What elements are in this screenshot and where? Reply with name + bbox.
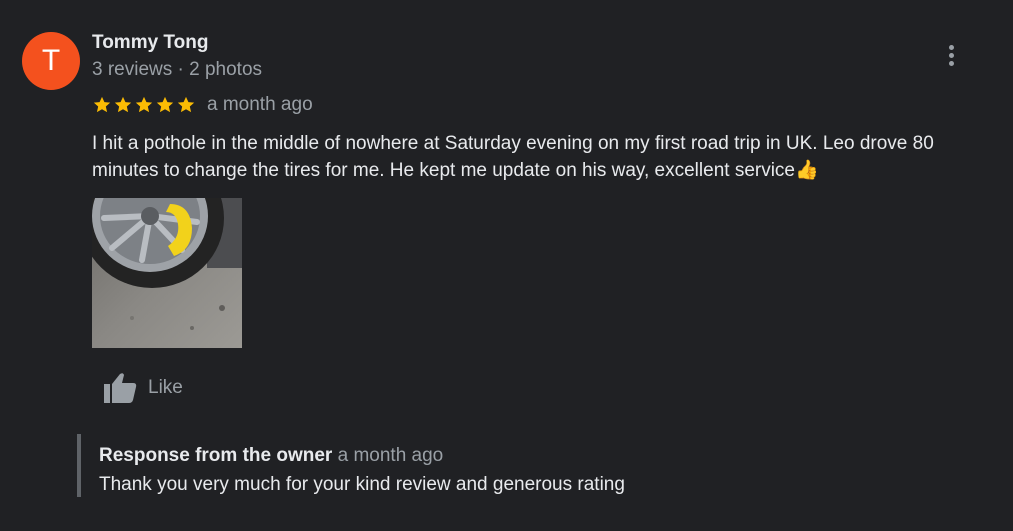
- star-icon: [114, 96, 132, 113]
- review-text: I hit a pothole in the middle of nowhere…: [92, 133, 934, 181]
- rating-row: a month ago: [92, 92, 313, 118]
- avatar[interactable]: T: [22, 32, 80, 90]
- star-icon: [156, 96, 174, 113]
- author-meta[interactable]: 3 reviews · 2 photos: [92, 59, 262, 81]
- avatar-initial: T: [41, 44, 61, 77]
- owner-response-text: Thank you very much for your kind review…: [99, 474, 625, 495]
- thumbs-up-icon: [104, 373, 137, 403]
- star-icon: [93, 96, 111, 113]
- author-name[interactable]: Tommy Tong: [92, 32, 208, 54]
- review-card: T Tommy Tong 3 reviews · 2 photos a mont…: [0, 0, 1013, 531]
- review-date: a month ago: [207, 94, 313, 115]
- more-options-button[interactable]: [936, 40, 966, 70]
- like-button[interactable]: Like: [102, 370, 183, 406]
- star-rating: [92, 95, 196, 115]
- review-photo[interactable]: [92, 198, 242, 348]
- owner-response-header: Response from the owner a month ago: [99, 445, 443, 467]
- star-icon: [135, 96, 153, 113]
- like-label: Like: [148, 377, 183, 398]
- star-icon: [177, 96, 195, 113]
- tire-photo-image: [92, 198, 242, 348]
- owner-response-border: [77, 434, 81, 497]
- owner-response-title: Response from the owner: [99, 445, 333, 466]
- owner-response-date: a month ago: [337, 445, 444, 466]
